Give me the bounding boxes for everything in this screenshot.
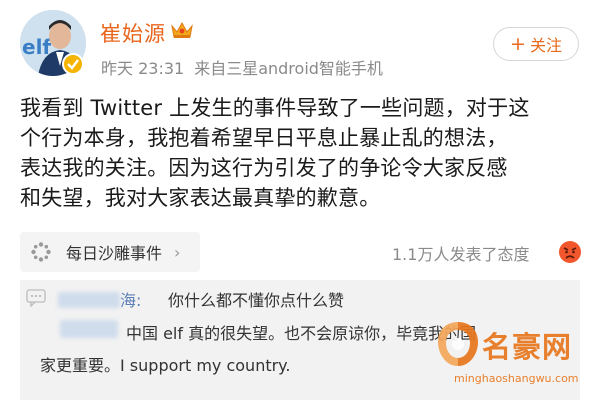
post-time: 昨天 23:31 bbox=[101, 59, 185, 78]
follow-button[interactable]: + 关注 bbox=[493, 27, 579, 61]
svg-text:elf: elf bbox=[22, 35, 51, 59]
post-text-line: 和失望，我对大家表达最真挚的歉意。 bbox=[20, 186, 381, 210]
comment-text: 你什么都不懂你点什么赞 bbox=[168, 291, 345, 310]
comment-text: 中国 elf 真的很失望。也不会原谅你，毕竟我的国 bbox=[126, 324, 477, 343]
reaction-count[interactable]: 1.1万人发表了态度 bbox=[392, 241, 529, 265]
post-text-line: 我看到 Twitter 上发生的事件导致了一些问题，对于这 bbox=[20, 96, 530, 120]
follow-label: 关注 bbox=[529, 36, 562, 55]
post-header: elf 崔始源 昨天 23:31 来自三星android智能手机 + 关注 bbox=[0, 0, 600, 80]
blurred-username[interactable] bbox=[60, 320, 118, 338]
topic-row: 每日沙雕事件 › 1.1万人发表了态度 bbox=[20, 232, 582, 272]
watermark-url: minghaoshangwu.com bbox=[454, 372, 579, 385]
verified-badge-icon bbox=[62, 53, 84, 75]
angry-face-icon[interactable] bbox=[558, 240, 582, 264]
blurred-username bbox=[58, 292, 120, 308]
watermark: 名豪网 minghaoshangwu.com bbox=[436, 318, 600, 400]
comment-user[interactable]: 海: bbox=[58, 287, 141, 311]
watermark-title: 名豪网 bbox=[482, 330, 573, 364]
comment-quote-icon bbox=[26, 289, 46, 307]
watermark-logo-icon bbox=[438, 322, 478, 366]
user-name[interactable]: 崔始源 bbox=[100, 18, 166, 48]
topic-icon bbox=[31, 242, 51, 262]
chevron-right-icon: › bbox=[174, 242, 181, 262]
topic-chip[interactable]: 每日沙雕事件 › bbox=[20, 232, 200, 272]
post-source[interactable]: 来自三星android智能手机 bbox=[194, 59, 383, 78]
post-text: 我看到 Twitter 上发生的事件导致了一些问题，对于这 个行为本身，我抱着希… bbox=[20, 93, 580, 213]
post-meta: 昨天 23:31 来自三星android智能手机 bbox=[101, 55, 393, 79]
post-text-line: 表达我的关注。因为这行为引发了的争论令大家反感 bbox=[20, 156, 508, 180]
post-text-line: 个行为本身，我抱着希望早日平息止暴止乱的想法， bbox=[20, 126, 508, 150]
crown-icon bbox=[171, 21, 193, 38]
topic-label: 每日沙雕事件 bbox=[66, 244, 163, 263]
comment-text: 家更重要。I support my country. bbox=[40, 356, 291, 375]
plus-icon: + bbox=[510, 32, 526, 55]
